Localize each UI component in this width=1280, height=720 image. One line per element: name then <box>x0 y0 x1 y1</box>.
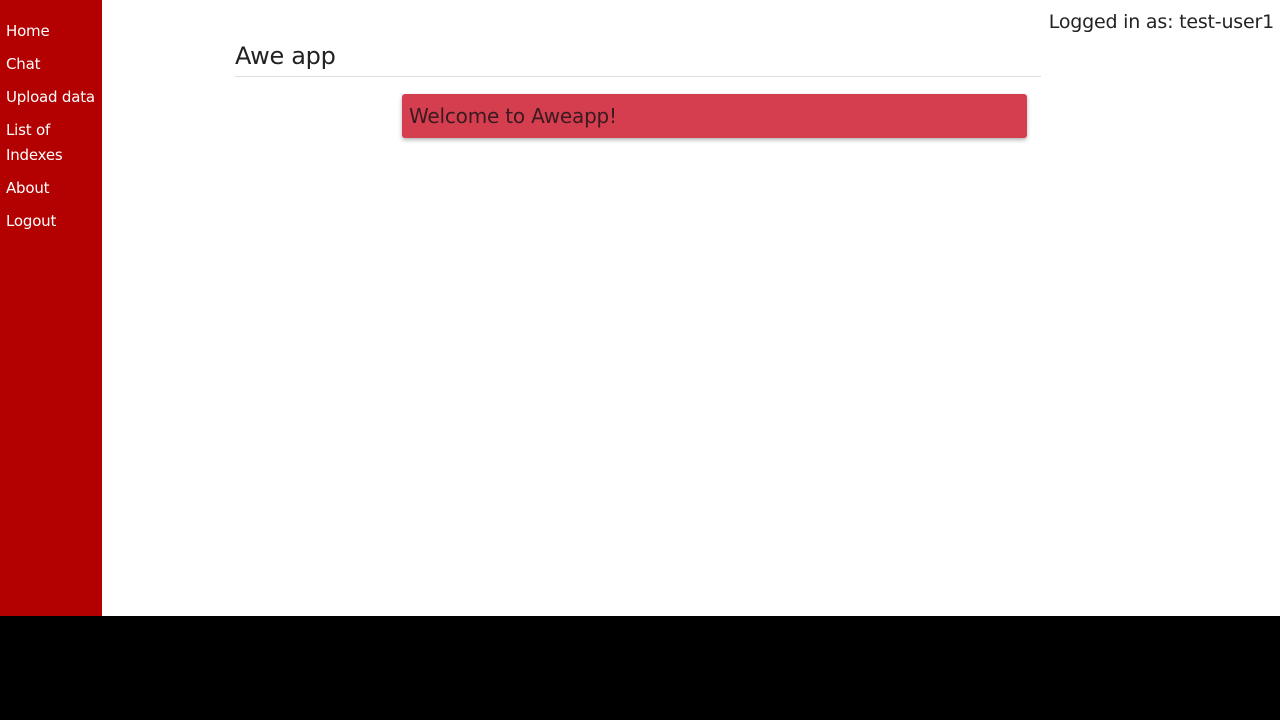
page-header: Awe app <box>235 40 1041 77</box>
sidebar-item-list-of-indexes[interactable]: List of Indexes <box>0 118 80 168</box>
page-title: Awe app <box>235 42 336 70</box>
sidebar-nav: Home Chat Upload data List of Indexes Ab… <box>0 0 102 616</box>
sidebar-item-chat[interactable]: Chat <box>0 52 102 77</box>
sidebar-item-home[interactable]: Home <box>0 19 102 44</box>
sidebar-item-logout[interactable]: Logout <box>0 209 102 234</box>
sidebar-item-about[interactable]: About <box>0 176 102 201</box>
sidebar-item-upload-data[interactable]: Upload data <box>0 85 102 110</box>
alert-message: Welcome to Aweapp! <box>409 104 617 128</box>
welcome-alert: Welcome to Aweapp! <box>402 94 1027 138</box>
app-viewport: Home Chat Upload data List of Indexes Ab… <box>0 0 1280 616</box>
user-status: Logged in as: test-user1 <box>1048 11 1274 33</box>
